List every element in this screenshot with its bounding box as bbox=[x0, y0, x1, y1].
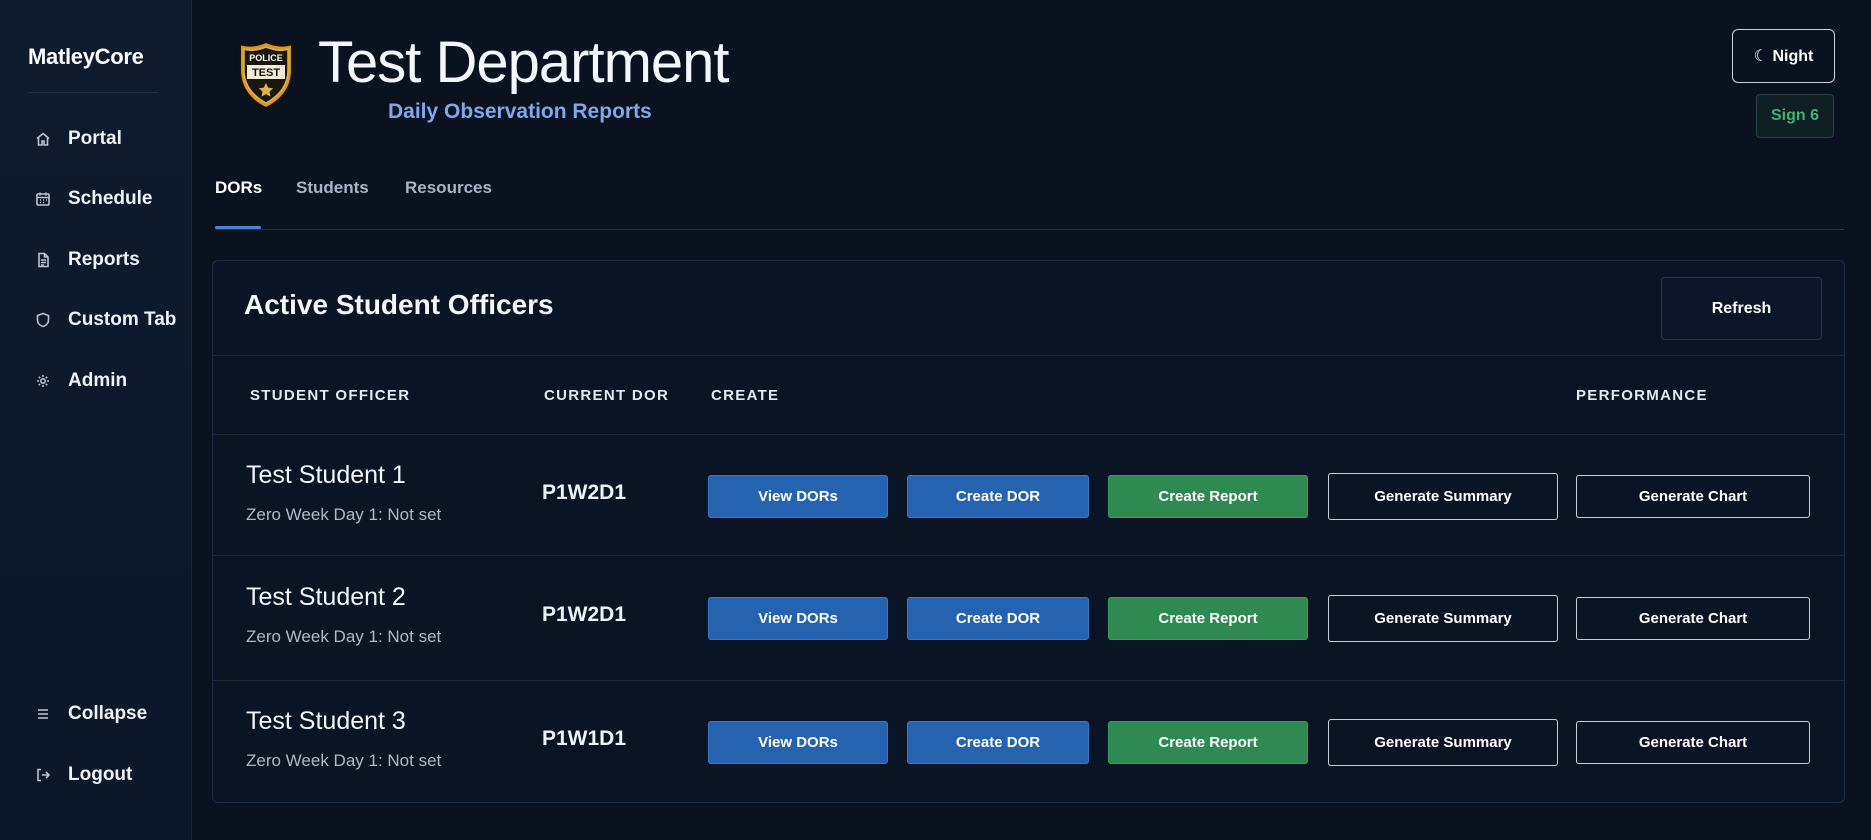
generate-chart-button[interactable]: Generate Chart bbox=[1576, 721, 1810, 764]
view-dors-button[interactable]: View DORs bbox=[708, 721, 888, 764]
column-header-create: CREATE bbox=[711, 387, 780, 404]
create-dor-button[interactable]: Create DOR bbox=[907, 475, 1089, 518]
view-dors-button[interactable]: View DORs bbox=[708, 597, 888, 640]
column-header-current-dor: CURRENT DOR bbox=[544, 387, 670, 404]
calendar-icon bbox=[34, 190, 52, 208]
night-mode-button[interactable]: ☾ Night bbox=[1732, 29, 1835, 83]
table-row: Test Student 2 Zero Week Day 1: Not set … bbox=[213, 557, 1844, 681]
generate-summary-button[interactable]: Generate Summary bbox=[1328, 719, 1558, 766]
sidebar: MatleyCore Portal Schedule Reports Custo… bbox=[0, 0, 192, 840]
generate-summary-button[interactable]: Generate Summary bbox=[1328, 473, 1558, 520]
card-title: Active Student Officers bbox=[244, 289, 554, 320]
document-icon bbox=[34, 251, 52, 269]
create-dor-button[interactable]: Create DOR bbox=[907, 597, 1089, 640]
sidebar-collapse[interactable]: Collapse bbox=[34, 697, 147, 731]
current-dor: P1W1D1 bbox=[542, 727, 627, 750]
page-subtitle: Daily Observation Reports bbox=[388, 100, 652, 123]
police-badge-logo: POLICE TEST bbox=[237, 40, 295, 110]
sidebar-item-portal[interactable]: Portal bbox=[34, 122, 122, 156]
student-name: Test Student 2 bbox=[246, 583, 406, 611]
student-name: Test Student 1 bbox=[246, 461, 406, 489]
sidebar-item-label: Portal bbox=[68, 128, 122, 149]
refresh-button[interactable]: Refresh bbox=[1661, 277, 1822, 340]
tab-resources[interactable]: Resources bbox=[405, 178, 492, 198]
student-zero-week: Zero Week Day 1: Not set bbox=[246, 505, 442, 524]
student-name: Test Student 3 bbox=[246, 707, 406, 735]
menu-icon bbox=[34, 705, 52, 723]
table-row: Test Student 1 Zero Week Day 1: Not set … bbox=[213, 435, 1844, 559]
table-row: Test Student 3 Zero Week Day 1: Not set … bbox=[213, 681, 1844, 805]
sidebar-item-label: Reports bbox=[68, 249, 140, 270]
sidebar-item-admin[interactable]: Admin bbox=[34, 364, 127, 398]
current-dor: P1W2D1 bbox=[542, 481, 627, 504]
sidebar-item-label: Schedule bbox=[68, 188, 153, 209]
logout-icon bbox=[34, 766, 52, 784]
create-report-button[interactable]: Create Report bbox=[1108, 597, 1308, 640]
home-icon bbox=[34, 130, 52, 148]
brand-logo-text[interactable]: MatleyCore bbox=[28, 44, 144, 70]
current-dor: P1W2D1 bbox=[542, 603, 627, 626]
generate-chart-button[interactable]: Generate Chart bbox=[1576, 475, 1810, 518]
column-header-student-officer: STUDENT OFFICER bbox=[250, 387, 411, 404]
sidebar-logout[interactable]: Logout bbox=[34, 758, 132, 792]
shield-icon bbox=[34, 311, 52, 329]
column-header-performance: PERFORMANCE bbox=[1576, 387, 1708, 404]
view-dors-button[interactable]: View DORs bbox=[708, 475, 888, 518]
sign-button[interactable]: Sign 6 bbox=[1756, 94, 1834, 138]
tab-dors[interactable]: DORs bbox=[215, 178, 262, 198]
tabs-divider bbox=[215, 229, 1844, 230]
row-divider bbox=[213, 555, 1844, 556]
sidebar-item-label: Admin bbox=[68, 370, 128, 391]
create-report-button[interactable]: Create Report bbox=[1108, 475, 1308, 518]
generate-chart-button[interactable]: Generate Chart bbox=[1576, 597, 1810, 640]
sidebar-item-label: Custom Tab bbox=[68, 309, 177, 330]
sidebar-item-custom-tab[interactable]: Custom Tab bbox=[34, 303, 176, 337]
sidebar-item-label: Logout bbox=[68, 764, 133, 785]
badge-top-text: POLICE bbox=[249, 53, 283, 63]
student-zero-week: Zero Week Day 1: Not set bbox=[246, 627, 442, 646]
create-dor-button[interactable]: Create DOR bbox=[907, 721, 1089, 764]
sidebar-item-label: Collapse bbox=[68, 703, 148, 724]
sidebar-item-schedule[interactable]: Schedule bbox=[34, 182, 152, 216]
active-students-card: Active Student Officers Refresh STUDENT … bbox=[212, 260, 1845, 803]
card-header-divider bbox=[213, 355, 1844, 356]
generate-summary-button[interactable]: Generate Summary bbox=[1328, 595, 1558, 642]
brand-divider bbox=[28, 92, 158, 93]
page-title: Test Department bbox=[318, 30, 730, 95]
student-zero-week: Zero Week Day 1: Not set bbox=[246, 751, 442, 770]
tab-students[interactable]: Students bbox=[296, 178, 369, 198]
badge-bottom-text: TEST bbox=[252, 67, 280, 79]
sidebar-item-reports[interactable]: Reports bbox=[34, 243, 140, 277]
gear-icon bbox=[34, 372, 52, 390]
create-report-button[interactable]: Create Report bbox=[1108, 721, 1308, 764]
